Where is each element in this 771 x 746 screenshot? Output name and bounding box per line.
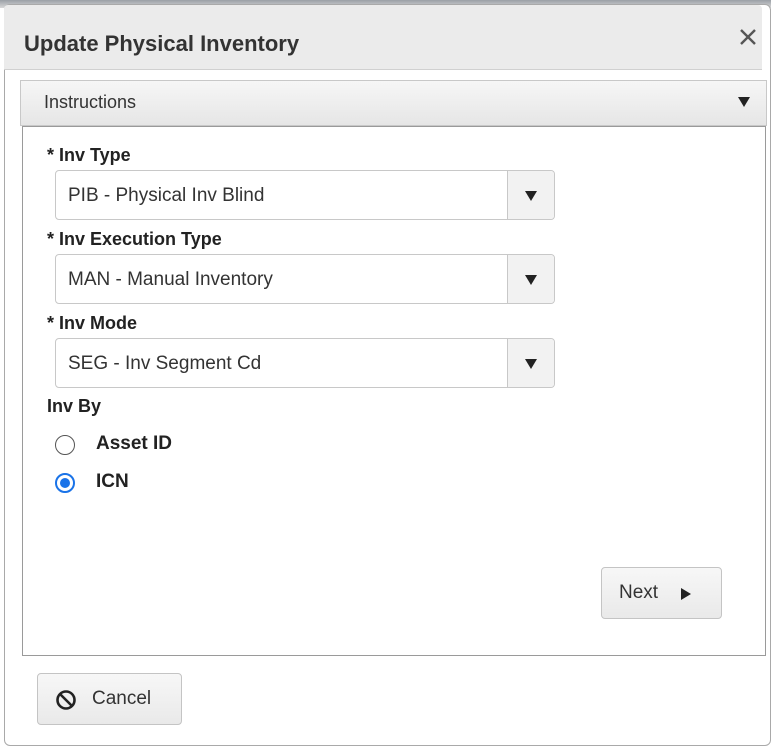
close-icon[interactable]: [737, 26, 759, 48]
inv-mode-select[interactable]: SEG - Inv Segment Cd: [55, 338, 555, 388]
inv-execution-type-select[interactable]: MAN - Manual Inventory: [55, 254, 555, 304]
next-button[interactable]: Next: [601, 567, 722, 619]
cancel-button[interactable]: Cancel: [37, 673, 182, 725]
inv-mode-dropdown-button[interactable]: [507, 339, 554, 387]
inv-type-value: PIB - Physical Inv Blind: [68, 185, 265, 206]
dialog-title: Update Physical Inventory: [24, 31, 300, 56]
close-icon-glyph: [740, 29, 756, 45]
chevron-down-icon: [525, 191, 537, 201]
chevron-down-icon: [738, 97, 750, 107]
inv-type-label: * Inv Type: [47, 145, 131, 165]
icn-radio[interactable]: [55, 473, 75, 493]
icn-radio-label: ICN: [96, 471, 129, 492]
inv-execution-type-value: MAN - Manual Inventory: [68, 269, 273, 290]
play-arrow-icon: [681, 588, 691, 600]
inv-execution-type-label: * Inv Execution Type: [47, 229, 222, 249]
instructions-label: Instructions: [44, 92, 137, 112]
dialog-title-bar: Update Physical Inventory: [4, 5, 762, 70]
chevron-down-icon: [525, 359, 537, 369]
instructions-accordion[interactable]: Instructions: [20, 80, 767, 126]
inv-mode-value: SEG - Inv Segment Cd: [68, 353, 262, 374]
inv-execution-type-dropdown-button[interactable]: [507, 255, 554, 303]
cancel-icon: [56, 690, 76, 710]
inv-type-select[interactable]: PIB - Physical Inv Blind: [55, 170, 555, 220]
asset-id-radio-label: Asset ID: [96, 433, 173, 454]
asset-id-radio[interactable]: [55, 435, 75, 455]
next-button-label: Next: [619, 582, 659, 603]
inv-by-label: Inv By: [47, 396, 102, 416]
chevron-down-icon: [525, 275, 537, 285]
inv-mode-label: * Inv Mode: [47, 313, 138, 333]
inv-type-dropdown-button[interactable]: [507, 171, 554, 219]
cancel-button-label: Cancel: [92, 688, 152, 709]
